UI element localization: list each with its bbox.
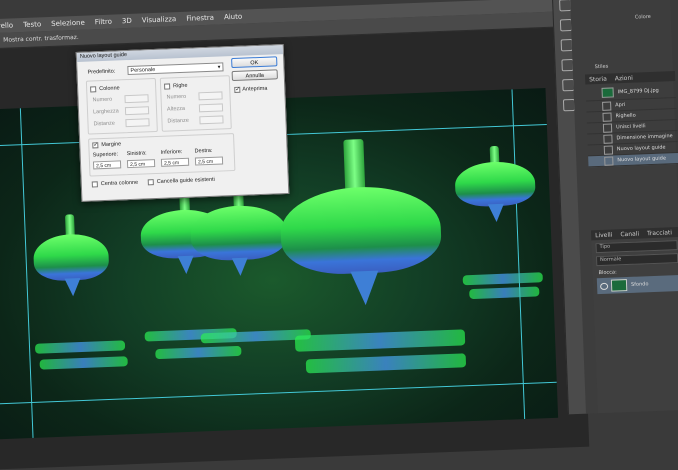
guide-icon xyxy=(603,144,614,155)
image-size-icon xyxy=(603,133,613,144)
photoshop-window: Livello Testo Selezione Filtro 3D Visual… xyxy=(0,0,678,470)
water-reflection xyxy=(34,340,126,354)
color-label: Colore xyxy=(634,13,651,21)
columns-width-field[interactable] xyxy=(124,106,150,116)
menu-aiuto[interactable]: Aiuto xyxy=(224,13,242,22)
lock-label: Blocca: xyxy=(598,269,617,277)
margin-left-label: Sinistra: xyxy=(126,150,147,158)
ruler-icon xyxy=(602,112,612,122)
cancel-button[interactable]: Annulla xyxy=(231,69,278,82)
open-icon xyxy=(602,101,612,111)
guide-icon xyxy=(604,155,614,166)
rows-number-label: Numero xyxy=(166,93,187,101)
center-columns-checkbox[interactable] xyxy=(91,181,98,188)
preview-checkbox[interactable]: ✓ xyxy=(234,87,240,93)
columns-gutter-field[interactable] xyxy=(125,118,150,128)
preset-select[interactable]: Personale ▾ xyxy=(127,62,224,76)
layers-panel: Livelli Canali Tracciati Tipo Normale Bl… xyxy=(590,226,678,414)
water-reflection xyxy=(305,353,467,374)
water-reflection xyxy=(469,286,540,300)
tab-channels[interactable]: Canali xyxy=(620,230,639,238)
water-reflection xyxy=(294,329,466,352)
columns-number-label: Numero xyxy=(92,96,113,104)
columns-checkbox[interactable] xyxy=(90,86,97,93)
rows-height-label: Altezza xyxy=(166,105,186,113)
layer-filter-select[interactable]: Tipo xyxy=(595,240,678,254)
blend-mode-select[interactable]: Normale xyxy=(595,253,678,267)
snapshot-thumbnail-icon xyxy=(601,87,614,98)
columns-gutter-label: Distanze xyxy=(93,120,116,128)
rows-label: Righe xyxy=(173,82,188,90)
layer-row-background[interactable]: Sfondo xyxy=(596,274,678,295)
clear-guides-checkbox[interactable] xyxy=(147,179,154,186)
margin-bottom-field[interactable]: 2,5 cm xyxy=(160,157,190,167)
menu-filtro[interactable]: Filtro xyxy=(95,18,112,27)
rows-gutter-label: Distanze xyxy=(167,117,189,125)
menu-testo[interactable]: Testo xyxy=(23,20,41,29)
history-item-label: Nuovo layout guide xyxy=(616,144,666,153)
guide-line-bottom[interactable] xyxy=(0,381,557,405)
margin-top-field[interactable]: 2,5 cm xyxy=(92,160,122,170)
layer-thumbnail xyxy=(610,279,628,292)
merge-icon xyxy=(602,122,613,133)
show-transform-label: Mostra contr. trasformaz. xyxy=(3,33,79,44)
rows-height-field[interactable] xyxy=(198,103,224,113)
menu-livello[interactable]: Livello xyxy=(0,21,13,30)
rows-gutter-field[interactable] xyxy=(199,115,224,125)
history-item-label: Apri xyxy=(615,101,626,109)
water-reflection xyxy=(39,356,128,370)
history-item-label: Nuovo layout guide xyxy=(617,155,667,164)
margin-checkbox[interactable]: ✓ xyxy=(92,142,98,149)
margin-top-label: Superiore: xyxy=(92,151,119,159)
columns-width-label: Larghezza xyxy=(92,108,119,116)
blend-mode-value: Normale xyxy=(599,256,622,264)
menu-finestra[interactable]: Finestra xyxy=(186,14,214,23)
ok-button[interactable]: OK xyxy=(231,56,278,69)
water-reflection xyxy=(462,272,543,286)
guide-line-left[interactable] xyxy=(19,108,34,438)
margin-right-label: Destra: xyxy=(194,147,213,155)
margin-right-field[interactable]: 2,5 cm xyxy=(194,156,224,166)
guide-line-right[interactable] xyxy=(511,89,526,420)
history-item-label: Unisci livelli xyxy=(615,123,646,131)
margin-bottom-label: Inferiore: xyxy=(160,149,183,156)
columns-number-field[interactable] xyxy=(124,94,149,104)
preview-label: Anteprima xyxy=(242,85,268,93)
layer-name: Sfondo xyxy=(630,281,649,288)
margin-left-field[interactable]: 2,5 cm xyxy=(126,159,156,169)
history-file-name: IMG_8799 DJ.jpg xyxy=(617,87,659,96)
menu-visualizza[interactable]: Visualizza xyxy=(142,15,177,24)
eye-icon[interactable] xyxy=(599,282,609,290)
filter-label: Tipo xyxy=(599,243,611,251)
history-item-label: Dimensione immagine xyxy=(616,133,673,142)
tab-actions[interactable]: Azioni xyxy=(615,74,633,82)
tab-history[interactable]: Storia xyxy=(589,75,607,83)
new-guide-layout-dialog: Nuovo layout guide Predefinito: Personal… xyxy=(75,44,290,202)
columns-label: Colonne xyxy=(99,85,120,93)
preset-label: Predefinito: xyxy=(87,68,116,76)
styles-label: Stiles xyxy=(594,63,609,71)
chevron-down-icon: ▾ xyxy=(217,64,221,71)
tab-layers[interactable]: Livelli xyxy=(595,231,613,239)
history-item-label: Righello xyxy=(615,112,636,120)
menu-3d[interactable]: 3D xyxy=(122,17,132,25)
rows-number-field[interactable] xyxy=(198,91,223,101)
margin-label: Margine xyxy=(101,141,122,149)
menu-selezione[interactable]: Selezione xyxy=(51,19,85,28)
history-list: IMG_8799 DJ.jpg Apri Righello Unisci liv… xyxy=(585,83,678,168)
tab-paths[interactable]: Tracciati xyxy=(647,229,672,237)
preset-value: Personale xyxy=(130,66,156,74)
clear-guides-label: Cancella guide esistenti xyxy=(156,176,215,186)
color-swatches-panel: Colore Stiles xyxy=(582,0,675,70)
layers-panel-header: Livelli Canali Tracciati xyxy=(590,226,678,241)
center-columns-label: Centra colonne xyxy=(100,179,139,188)
rows-checkbox[interactable] xyxy=(164,83,171,90)
water-reflection xyxy=(155,345,242,360)
